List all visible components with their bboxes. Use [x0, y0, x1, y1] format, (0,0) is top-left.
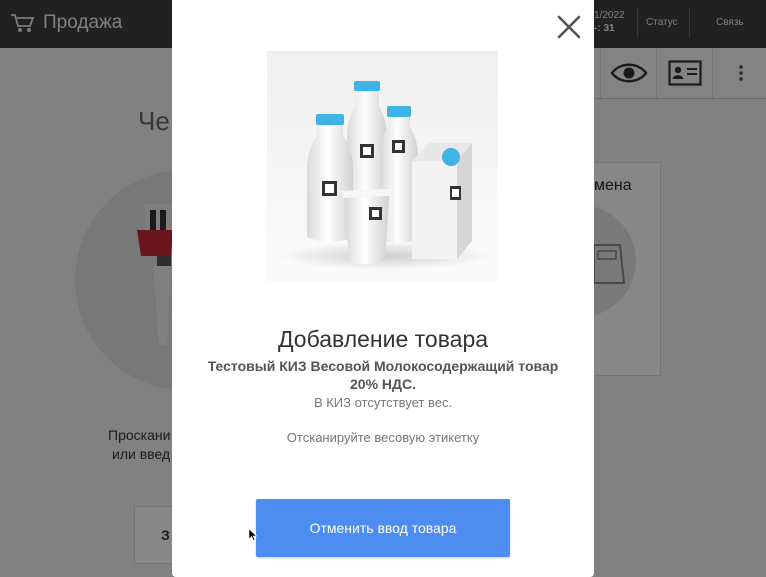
close-button[interactable] [556, 14, 582, 40]
scan-weight-label-instruction: Отсканируйте весовую этикетку [286, 430, 480, 445]
cancel-product-entry-button[interactable]: Отменить ввод товара [256, 499, 510, 557]
missing-weight-warning: В КИЗ отсутствует вес. [313, 395, 453, 410]
product-name: Тестовый КИЗ Весовой Молокосодержащий то… [207, 358, 559, 392]
mouse-cursor-icon [249, 529, 257, 541]
product-image [267, 51, 498, 282]
close-icon [557, 15, 581, 39]
add-product-dialog: Добавление товара Тестовый КИЗ Весовой М… [172, 0, 594, 577]
dialog-title: Добавление товара [277, 326, 489, 352]
